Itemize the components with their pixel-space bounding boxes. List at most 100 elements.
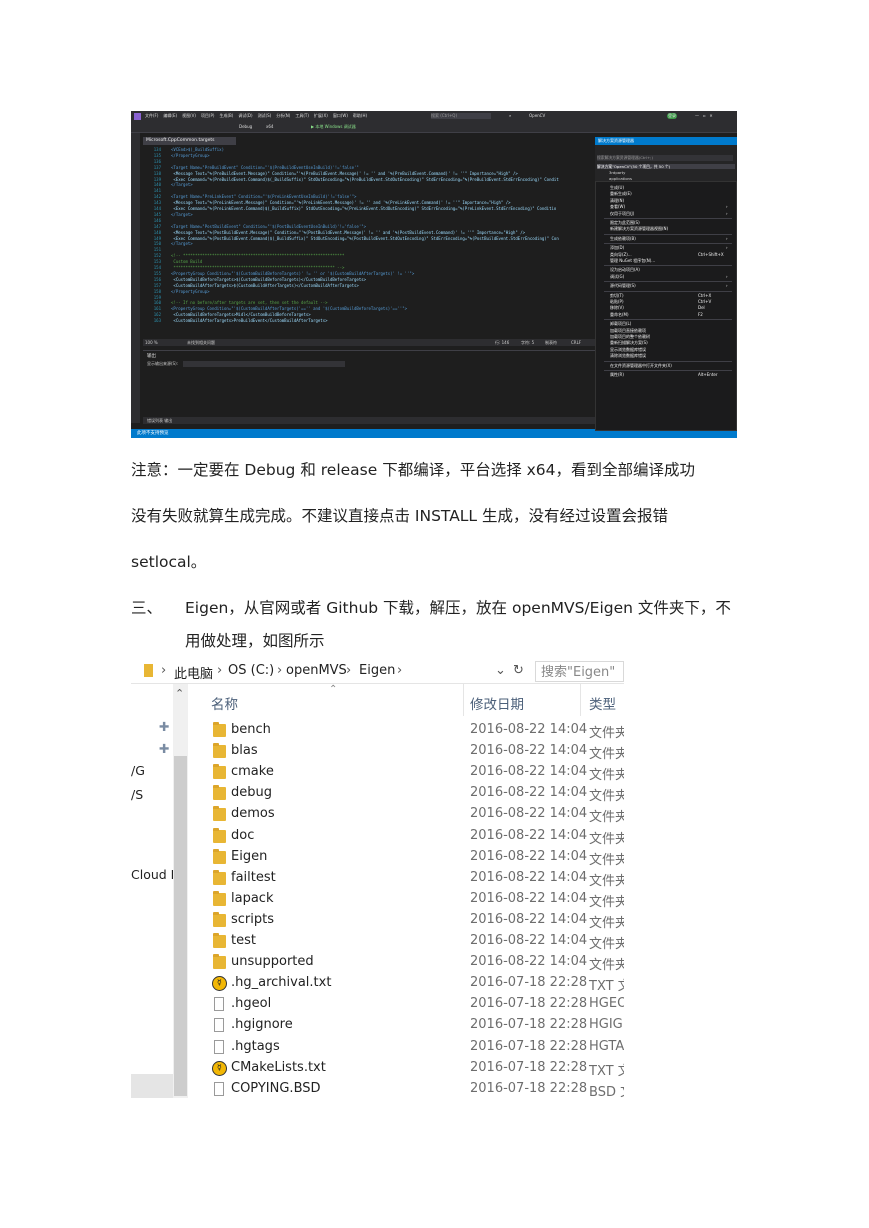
code-line[interactable]: 149 <Exec Command="%(PostBuildEvent.Comm… <box>143 236 559 242</box>
context-menu-item[interactable]: 调试(G) <box>610 274 624 280</box>
menu-item[interactable]: 生成(B) <box>219 113 233 118</box>
context-menu-item[interactable]: 显示浏览数据库错误 <box>610 347 646 353</box>
file-tab[interactable]: Microsoft.CppCommon.targets <box>143 137 236 145</box>
file-row[interactable]: ☿.hg_archival.txt 2016-07-18 22:28TXT 文 <box>211 973 624 994</box>
code-line[interactable]: 137 <Target Name="PreBuildEvent" Conditio… <box>143 165 359 171</box>
context-menu-item[interactable]: 新建解决方案资源管理器视图(N) <box>610 226 668 232</box>
menu-item[interactable]: 扩展(X) <box>314 113 328 118</box>
menu-item[interactable]: 窗口(W) <box>333 113 348 118</box>
code-line[interactable]: 142 <Target Name="PreLinkEvent" Condition… <box>143 194 357 200</box>
search-input[interactable]: 搜索"Eigen" <box>535 661 624 682</box>
breadcrumb-this-pc[interactable]: 此电脑 <box>174 663 213 682</box>
context-menu-item[interactable]: 清理(N) <box>610 198 624 204</box>
code-line[interactable]: 134 <VCEnd>$(_BuildSuffix) <box>143 147 224 153</box>
code-line[interactable]: 158 </PropertyGroup> <box>143 289 210 295</box>
code-line[interactable]: 144 <Exec Command="%(PreLinkEvent.Comman… <box>143 206 557 212</box>
breadcrumb-openmvs[interactable]: openMVS <box>286 663 347 678</box>
context-menu-item[interactable]: 加载项目直接依赖项 <box>610 328 646 334</box>
window-controls[interactable]: — ▫ ✕ <box>695 113 713 118</box>
menu-item[interactable]: 工具(T) <box>295 113 309 118</box>
pin-icon[interactable]: ✚ <box>159 719 169 734</box>
context-menu-item[interactable]: 设为启动项目(A) <box>610 267 640 273</box>
refresh-icon[interactable]: ↻ <box>513 663 524 678</box>
code-line[interactable]: 152 <!-- ********************************… <box>143 253 345 259</box>
platform-dropdown[interactable]: x64 <box>266 124 273 129</box>
file-row[interactable]: debug 2016-08-22 14:04 文件夹 <box>211 783 624 804</box>
code-line[interactable]: 150 </Target> <box>143 241 193 247</box>
menu-item[interactable]: 分析(N) <box>276 113 290 118</box>
file-row[interactable]: .hgeol 2016-07-18 22:28 HGEO <box>211 994 624 1015</box>
context-menu-item[interactable]: 剪切(T) <box>610 293 624 299</box>
code-line[interactable]: 154 ************************************… <box>143 265 345 271</box>
nav-item-s[interactable]: /S <box>131 787 143 802</box>
code-line[interactable]: 160 <!-- If no before/after targets are s… <box>143 300 328 306</box>
tree-root[interactable]: 解决方案"OpenCV"(50 个项目，共 50 个) <box>597 164 735 169</box>
context-menu-item[interactable]: 重新生成(E) <box>610 191 632 197</box>
context-menu-item[interactable]: 管理 NuGet 程序包(N)... <box>610 258 655 264</box>
code-line[interactable]: 163 <CustomBuildAfterTargets>PreBuildEve… <box>143 318 328 324</box>
address-bar[interactable]: › 此电脑 › OS (C:) › openMVS › Eigen › ⌄ ↻ … <box>131 660 624 684</box>
column-header-date[interactable]: 修改日期 <box>470 693 524 713</box>
menu-item[interactable]: 文件(F) <box>145 113 158 118</box>
breadcrumb-eigen[interactable]: Eigen <box>359 663 395 678</box>
code-line[interactable]: 156 <CustomBuildBeforeTargets>$(CustomBu… <box>143 277 366 283</box>
file-row[interactable]: doc 2016-08-22 14:04 文件夹 <box>211 826 624 847</box>
config-dropdown[interactable]: Debug <box>239 124 252 129</box>
file-row[interactable]: .hgtags 2016-07-18 22:28 HGTA <box>211 1037 624 1058</box>
context-menu-item[interactable]: 移除(V) <box>610 305 624 311</box>
column-header-name[interactable]: 名称 <box>211 693 238 713</box>
code-line[interactable]: 161 <PropertyGroup Condition="'$(CustomBu… <box>143 306 407 312</box>
nav-item-g[interactable]: /G <box>131 763 145 778</box>
context-menu-item[interactable]: 类向导(Z)... <box>610 252 632 258</box>
code-line[interactable]: 141 <box>143 188 171 194</box>
context-menu-item[interactable]: 仅用于项目(J) <box>610 211 634 217</box>
code-line[interactable]: 143 <Message Text="%(PreLinkEvent.Messag… <box>143 200 511 206</box>
code-line[interactable]: 135 </PropertyGroup> <box>143 153 210 159</box>
context-menu-item[interactable]: 重命名(M) <box>610 312 629 318</box>
zoom-level[interactable]: 100 % <box>145 340 158 345</box>
code-line[interactable]: 157 <CustomBuildAfterTargets>$(CustomBui… <box>143 283 359 289</box>
context-menu-item[interactable]: 添加(D) <box>610 245 624 251</box>
menu-item[interactable]: 视图(V) <box>182 113 196 118</box>
menu-item[interactable]: 编辑(E) <box>163 113 177 118</box>
menu-item[interactable]: 帮助(H) <box>353 113 367 118</box>
file-row[interactable]: bench 2016-08-22 14:04 文件夹 <box>211 720 624 741</box>
context-menu-item[interactable]: 重新扫描解决方案(S) <box>610 340 648 346</box>
code-line[interactable]: 162 <CustomBuildBeforeTargets>Midl</Cust… <box>143 312 311 318</box>
code-line[interactable]: 146 <box>143 218 171 224</box>
column-header-type[interactable]: 类型 <box>589 693 616 713</box>
menu-item[interactable]: 调试(D) <box>238 113 252 118</box>
file-row[interactable]: cmake 2016-08-22 14:04 文件夹 <box>211 762 624 783</box>
chevron-down-icon[interactable]: ⌄ <box>495 663 506 678</box>
tree-item-3rdparty[interactable]: 3rdparty <box>609 170 625 175</box>
code-line[interactable]: 138 <Message Text="%(PreBuildEvent.Messa… <box>143 171 518 177</box>
code-line[interactable]: 151 <box>143 247 171 253</box>
file-row[interactable]: blas 2016-08-22 14:04 文件夹 <box>211 741 624 762</box>
scroll-up-icon[interactable]: ⌃ <box>175 687 184 700</box>
context-menu-item[interactable]: 卸载项目(L) <box>610 321 631 327</box>
context-menu-item[interactable]: 生成依赖项(B) <box>610 236 636 242</box>
file-row[interactable]: demos 2016-08-22 14:04 文件夹 <box>211 804 624 825</box>
file-row[interactable]: failtest 2016-08-22 14:04 文件夹 <box>211 868 624 889</box>
code-line[interactable]: 140 </Target> <box>143 182 193 188</box>
context-menu-item[interactable]: 清除浏览数据库错误 <box>610 353 646 359</box>
file-row[interactable]: Eigen 2016-08-22 14:04 文件夹 <box>211 847 624 868</box>
context-menu-item[interactable]: 属性(R) <box>610 372 624 378</box>
vs-search-box[interactable]: 搜索 (Ctrl+Q) <box>431 113 491 119</box>
context-menu-item[interactable]: 源代码管理(S) <box>610 283 636 289</box>
context-menu-item[interactable]: 查看(W) <box>610 204 625 210</box>
code-line[interactable]: 145 </Target> <box>143 212 193 218</box>
file-row[interactable]: test 2016-08-22 14:04 文件夹 <box>211 931 624 952</box>
file-row[interactable]: scripts 2016-08-22 14:04 文件夹 <box>211 910 624 931</box>
code-line[interactable]: 147 <Target Name="PostBuildEvent" Conditi… <box>143 224 366 230</box>
menu-item[interactable]: 项目(P) <box>201 113 215 118</box>
context-menu-item[interactable]: 在文件资源管理器中打开文件夹(X) <box>610 363 672 369</box>
file-row[interactable]: ☿CMakeLists.txt 2016-07-18 22:28TXT 文 <box>211 1058 624 1079</box>
breadcrumb-os-c[interactable]: OS (C:) <box>228 663 274 678</box>
column-separator[interactable] <box>463 684 464 716</box>
code-line[interactable]: 155 <PropertyGroup Condition="'$(CustomBu… <box>143 271 414 277</box>
code-line[interactable]: 148 <Message Text="%(PostBuildEvent.Mess… <box>143 230 525 236</box>
bottom-tabs[interactable]: 错误列表 输出 <box>143 417 599 424</box>
code-line[interactable]: 159 <box>143 295 171 301</box>
file-row[interactable]: lapack 2016-08-22 14:04 文件夹 <box>211 889 624 910</box>
